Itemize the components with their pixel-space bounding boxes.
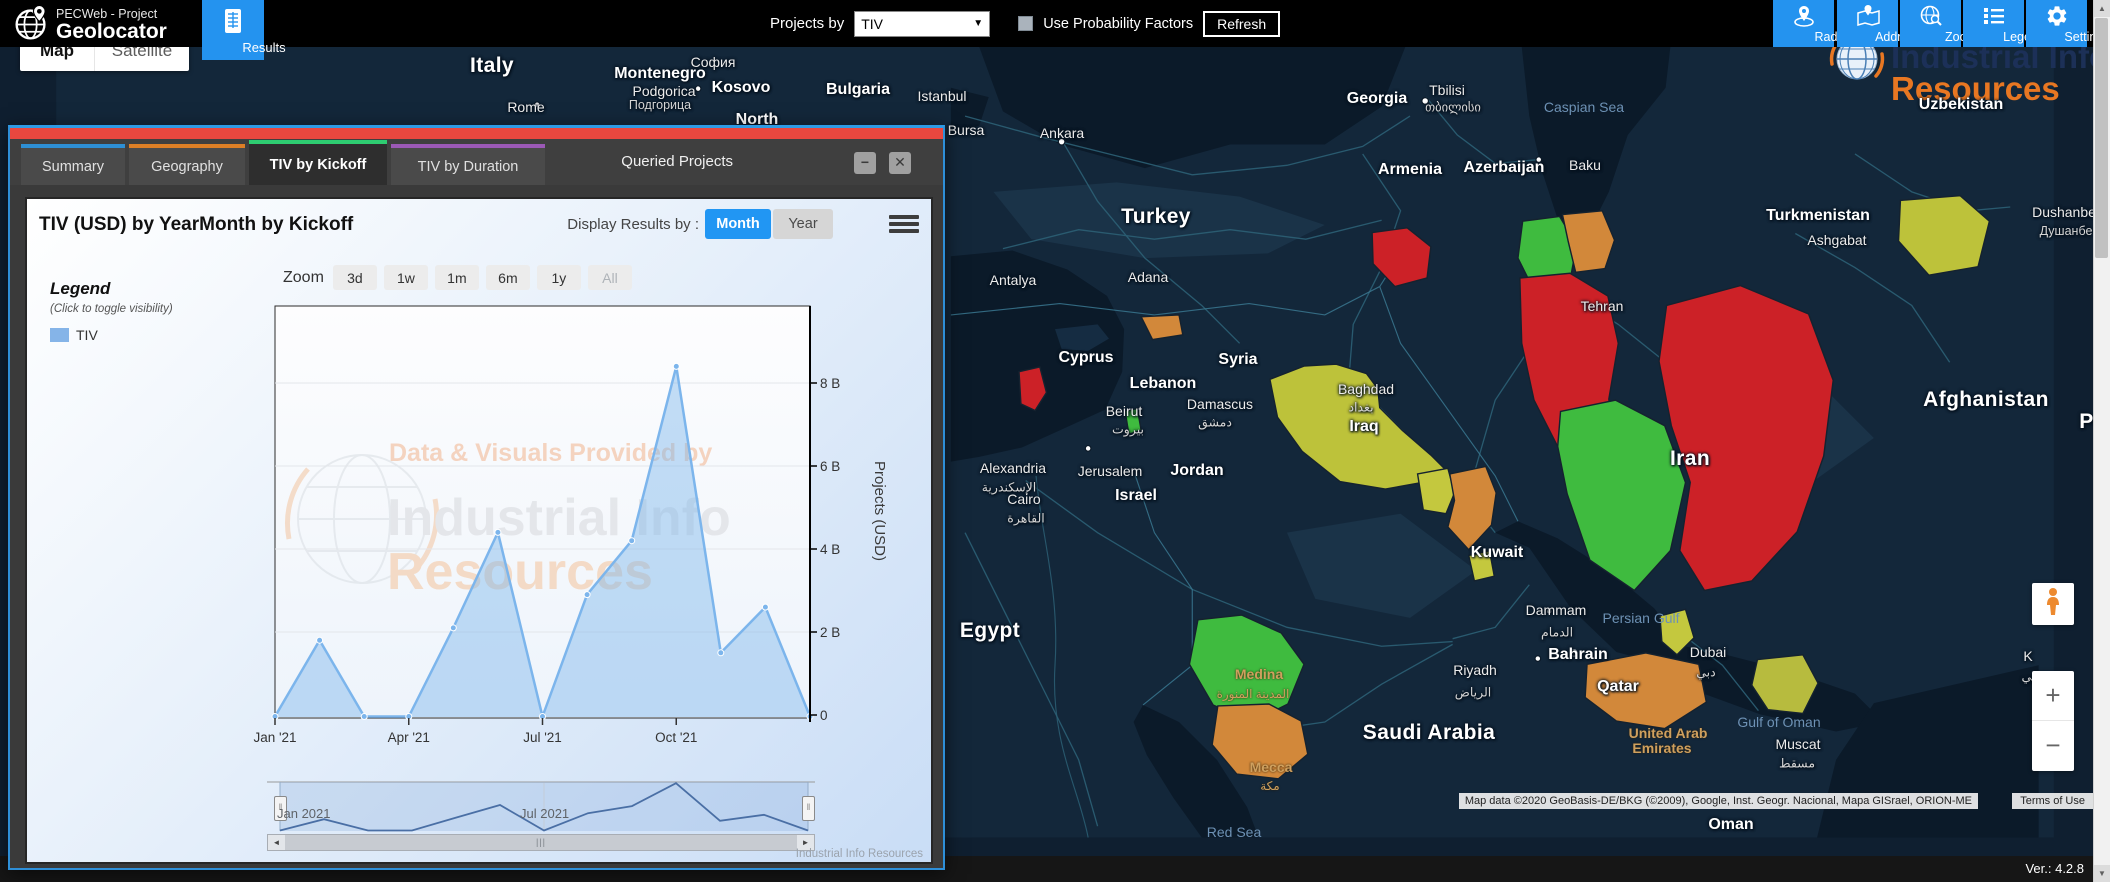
- map-region-kuwaitWestYellow[interactable]: [1418, 468, 1455, 513]
- tab-summary[interactable]: Summary: [21, 144, 125, 185]
- app-name-line2: Geolocator: [56, 21, 167, 43]
- svg-text:4 B: 4 B: [820, 542, 840, 557]
- dialog-header: SummaryGeographyTIV by KickoffTIV by Dur…: [10, 139, 943, 185]
- legend-button[interactable]: Legend: [1963, 0, 2024, 47]
- svg-text:Jan '21: Jan '21: [253, 730, 296, 745]
- map-zoom-control: + −: [2032, 671, 2074, 771]
- navigator-label-mid: Jul 2021: [520, 806, 569, 821]
- app-logo: PECWeb - Project Geolocator: [14, 4, 167, 47]
- chart-zoom-row: Zoom 3d 1w 1m 6m 1y All: [283, 265, 632, 290]
- chart-zoom-1m[interactable]: 1m: [435, 265, 479, 290]
- legend-hint: (Click to toggle visibility): [50, 303, 173, 315]
- pegman-icon: [2042, 587, 2064, 622]
- version-label: Ver.: 4.2.8: [2025, 856, 2084, 882]
- chart-zoom-1w[interactable]: 1w: [384, 265, 428, 290]
- navigator-label-start: Jan 2021: [277, 806, 331, 821]
- results-button[interactable]: Results: [202, 0, 264, 60]
- y-axis-labels: 0 2 B 4 B 6 B 8 B: [820, 376, 840, 723]
- chart-panel: Data & Visuals Provided by Industrial In…: [25, 197, 933, 864]
- use-probability-label: Use Probability Factors: [1043, 16, 1193, 32]
- chevron-down-icon: ▼: [973, 18, 983, 29]
- svg-text:Oct '21: Oct '21: [655, 730, 697, 745]
- projects-by-value: TIV: [861, 16, 883, 32]
- radius-icon: [1773, 3, 1834, 29]
- svg-text:Jul '21: Jul '21: [523, 730, 562, 745]
- zoom-out-button[interactable]: −: [2032, 721, 2074, 770]
- zoom-row-label: Zoom: [283, 269, 324, 287]
- y-axis-title: Projects (USD): [871, 461, 888, 561]
- scroll-down-arrow[interactable]: ▼: [2094, 865, 2110, 882]
- chart-title: TIV (USD) by YearMonth by Kickoff: [39, 214, 353, 236]
- legend-item-tiv[interactable]: TIV: [50, 327, 173, 343]
- legend-title: Legend: [50, 279, 173, 299]
- top-bar: PECWeb - Project Geolocator Results Proj…: [0, 0, 2110, 47]
- x-axis-ticks: [275, 718, 676, 725]
- scrollbar-left-arrow[interactable]: ◄: [268, 835, 285, 850]
- legend-icon: [1963, 3, 2024, 29]
- tab-tiv-by-duration[interactable]: TIV by Duration: [391, 144, 545, 185]
- svg-text:0: 0: [820, 708, 828, 723]
- tab-tiv-by-kickoff[interactable]: TIV by Kickoff: [249, 140, 387, 185]
- projects-by-group: Projects by TIV ▼ Use Probability Factor…: [770, 0, 1280, 47]
- page-scrollbar[interactable]: ▲ ▼: [2093, 0, 2110, 882]
- zoom-icon: [1900, 3, 1961, 29]
- scrollbar-grip[interactable]: |||: [536, 835, 546, 850]
- scroll-thumb[interactable]: [2095, 18, 2108, 258]
- settings-button[interactable]: Settings: [2026, 0, 2087, 47]
- chart-zoom-all[interactable]: All: [588, 265, 632, 290]
- results-label: Results: [233, 40, 295, 55]
- iir-name-line2: Resources: [1891, 70, 2060, 108]
- zoom-in-button[interactable]: +: [2032, 671, 2074, 720]
- scroll-up-arrow[interactable]: ▲: [2094, 0, 2110, 17]
- queried-projects-dialog: SummaryGeographyTIV by KickoffTIV by Dur…: [8, 125, 945, 870]
- minimize-button[interactable]: −: [854, 152, 876, 174]
- app-root: СофияItalyRomeMontenegroPodgoricaПодгори…: [0, 0, 2110, 882]
- pegman-control[interactable]: [2032, 583, 2074, 625]
- year-toggle-button[interactable]: Year: [773, 209, 833, 239]
- zoom-button[interactable]: Zoom: [1900, 0, 1961, 47]
- legend-swatch: [50, 328, 69, 342]
- dialog-title: Queried Projects: [621, 153, 733, 170]
- dialog-accent-strip: [10, 128, 943, 139]
- svg-text:6 B: 6 B: [820, 459, 840, 474]
- chart-scrollbar[interactable]: ◄ ► |||: [267, 834, 815, 851]
- svg-text:2 B: 2 B: [820, 625, 840, 640]
- use-probability-checkbox[interactable]: [1018, 16, 1033, 31]
- radius-button[interactable]: Radius: [1773, 0, 1834, 47]
- map-attribution: Map data ©2020 GeoBasis-DE/BKG (©2009), …: [1459, 793, 1978, 809]
- month-toggle-button[interactable]: Month: [705, 209, 771, 239]
- tab-geography[interactable]: Geography: [129, 144, 245, 185]
- address-button[interactable]: Address: [1837, 0, 1898, 47]
- results-icon: [202, 8, 264, 34]
- terms-of-use-link[interactable]: Terms of Use: [2012, 793, 2093, 809]
- display-results-label: Display Results by :: [567, 216, 699, 233]
- projects-by-select[interactable]: TIV ▼: [854, 11, 990, 37]
- refresh-button[interactable]: Refresh: [1203, 11, 1280, 37]
- app-logo-icon: [14, 4, 50, 47]
- navigator-right-handle[interactable]: ‖: [802, 796, 815, 821]
- legend-label: TIV: [76, 327, 98, 343]
- chart-legend: Legend (Click to toggle visibility) TIV: [50, 279, 173, 343]
- chart-zoom-1y[interactable]: 1y: [537, 265, 581, 290]
- address-icon: [1837, 3, 1898, 29]
- y-axis-ticks: [810, 383, 817, 715]
- dialog-tabs: SummaryGeographyTIV by KickoffTIV by Dur…: [21, 140, 545, 185]
- chart-zoom-3d[interactable]: 3d: [333, 265, 377, 290]
- projects-by-label: Projects by: [770, 15, 844, 32]
- chart-menu-icon[interactable]: [889, 209, 919, 239]
- close-button[interactable]: ✕: [889, 152, 911, 174]
- x-axis-labels: Jan '21 Apr '21 Jul '21 Oct '21: [253, 730, 697, 745]
- gear-icon: [2026, 3, 2087, 29]
- chart-credit: Industrial Info Resources: [796, 848, 923, 860]
- chart-zoom-6m[interactable]: 6m: [486, 265, 530, 290]
- svg-text:8 B: 8 B: [820, 376, 840, 391]
- svg-text:Apr '21: Apr '21: [388, 730, 430, 745]
